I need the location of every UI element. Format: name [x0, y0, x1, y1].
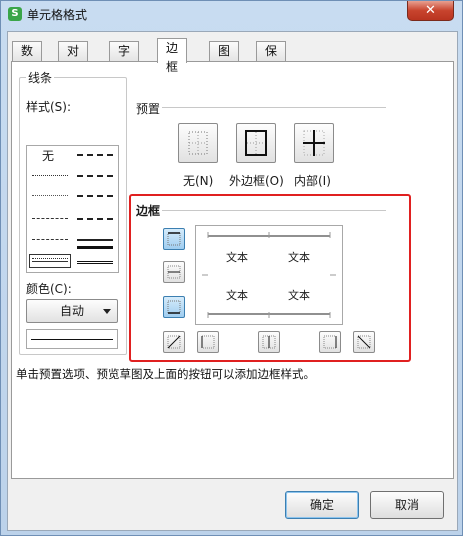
tab-pattern[interactable]: 图案 — [209, 41, 240, 77]
ok-button[interactable]: 确定 — [285, 491, 359, 519]
line-style-dotted[interactable] — [32, 175, 68, 176]
dialog-window: S 单元格格式 ✕ 数字 对齐 字体 边框 图案 保护 线条 样式(S): 无 — [0, 0, 463, 536]
tab-font[interactable]: 字体 — [109, 41, 140, 77]
line-style-slant-dash[interactable] — [77, 218, 113, 220]
close-button[interactable]: ✕ — [407, 1, 454, 21]
highlight-frame — [129, 194, 411, 362]
border-inside-icon — [303, 130, 325, 156]
dialog-client: 数字 对齐 字体 边框 图案 保护 线条 样式(S): 无 — [7, 31, 458, 531]
title-bar[interactable]: S 单元格格式 ✕ — [1, 1, 462, 27]
tab-alignment[interactable]: 对齐 — [58, 41, 89, 77]
tab-protection[interactable]: 保护 — [256, 41, 287, 77]
line-style-thick[interactable] — [77, 246, 113, 249]
cancel-button[interactable]: 取消 — [370, 491, 444, 519]
line-style-medium[interactable] — [77, 239, 113, 241]
color-dropdown-value: 自动 — [59, 304, 84, 318]
preset-outline-label: 外边框(O) — [229, 174, 284, 188]
border-none-icon — [188, 131, 208, 155]
color-label: 颜色(C): — [24, 280, 74, 297]
style-label: 样式(S): — [24, 98, 74, 115]
line-style-medium-dashed[interactable] — [77, 154, 113, 156]
dialog-title: 单元格格式 — [27, 8, 88, 22]
color-preview-line — [31, 339, 113, 340]
border-outline-icon — [245, 130, 267, 156]
line-style-hair[interactable] — [32, 195, 68, 196]
preset-inside-button[interactable] — [294, 123, 334, 163]
line-style-none[interactable]: 无 — [42, 147, 54, 164]
preset-none-label: 无(N) — [183, 174, 214, 188]
line-style-medium-dash-dot[interactable] — [77, 175, 113, 177]
line-style-dashed[interactable] — [32, 239, 68, 240]
color-preview — [26, 329, 118, 349]
app-icon: S — [8, 7, 22, 21]
line-group-label: 线条 — [26, 69, 55, 86]
line-style-list[interactable]: 无 — [26, 145, 119, 273]
hint-text: 单击预置选项、预览草图及上面的按钮可以添加边框样式。 — [16, 367, 315, 381]
tab-number[interactable]: 数字 — [12, 41, 43, 77]
line-style-double[interactable] — [77, 261, 113, 264]
preset-group-label: 预置 — [134, 100, 163, 117]
preset-none-button[interactable] — [178, 123, 218, 163]
line-style-dash-dot[interactable] — [32, 218, 68, 219]
preset-outline-button[interactable] — [236, 123, 276, 163]
preset-separator — [162, 107, 386, 108]
line-style-thin[interactable] — [32, 261, 68, 262]
color-dropdown[interactable]: 自动 — [26, 299, 118, 323]
preset-inside-label: 内部(I) — [294, 174, 331, 188]
tab-border[interactable]: 边框 — [157, 38, 188, 74]
chevron-down-icon — [103, 309, 111, 314]
line-style-medium-dash-dot-dot[interactable] — [77, 195, 113, 197]
border-tab-panel: 线条 样式(S): 无 颜色(C): 自动 预置 无(N) 外边框(O) 内部(… — [11, 61, 454, 479]
